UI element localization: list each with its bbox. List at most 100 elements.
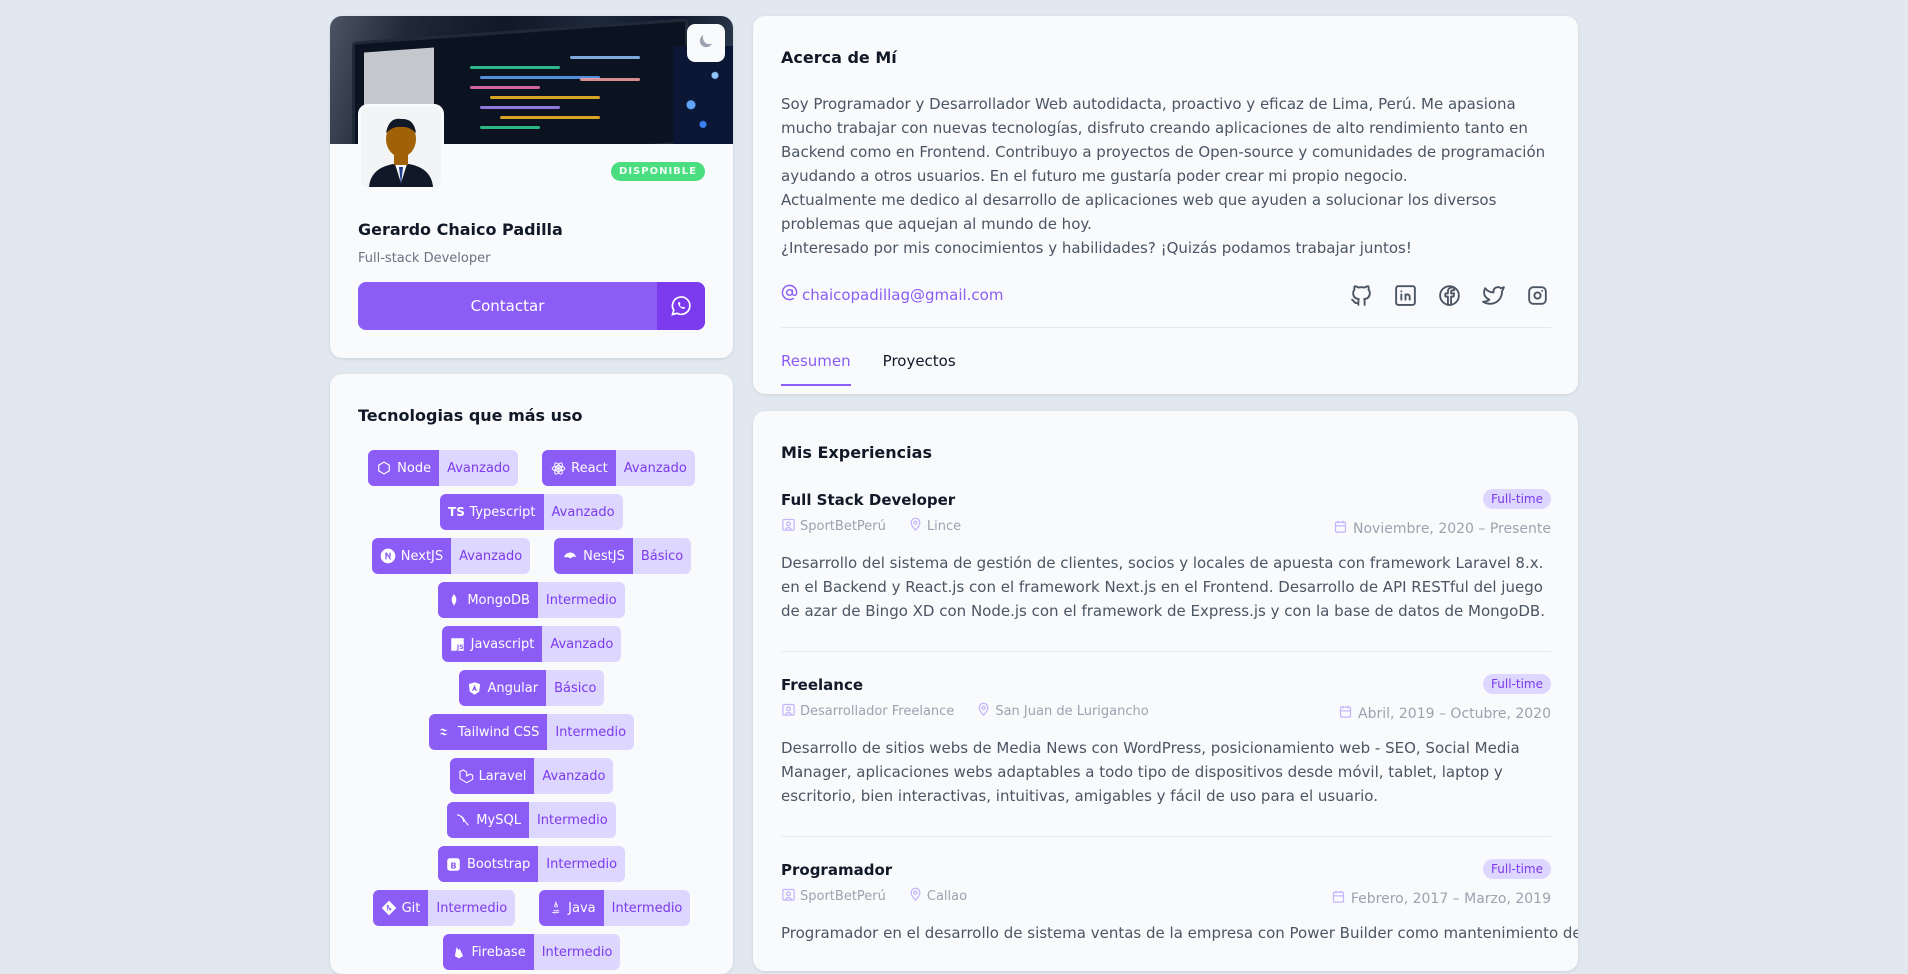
job-type-badge: Full-time <box>1483 674 1551 694</box>
company-icon <box>781 517 796 536</box>
tech-name: Tailwind CSS <box>457 724 540 740</box>
tech-chip-javascript[interactable]: JS Javascript Avanzado <box>441 626 622 662</box>
page: DISPONIBLE Gerardo Chaico Padilla Full-s… <box>0 0 1908 974</box>
experience-item: Full Stack Developer Full-time SportBetP… <box>781 489 1551 661</box>
company-name: SportBetPerú <box>800 889 886 904</box>
job-description: Desarrollo del sistema de gestión de cli… <box>781 554 1545 620</box>
job-dates: Febrero, 2017 – Marzo, 2019 <box>1350 890 1551 907</box>
tech-name: Typescript <box>469 504 536 520</box>
tech-name: Firebase <box>471 944 526 960</box>
tech-chip-java[interactable]: Java Intermedio <box>539 890 691 926</box>
technologies-card: Tecnologias que más uso Node Avanzado Reac… <box>330 374 733 974</box>
tab-proyectos[interactable]: Proyectos <box>883 352 956 386</box>
tech-chip-react[interactable]: React Avanzado <box>542 450 695 486</box>
email-link[interactable]: chaicopadillag@gmail.com <box>781 284 1003 305</box>
about-paragraph: ¿Interesado por mis conocimientos y habi… <box>781 239 1412 257</box>
experience-title: Mis Experiencias <box>781 443 932 462</box>
profile-name: Gerardo Chaico Padilla <box>358 220 563 239</box>
tech-name: React <box>571 460 608 476</box>
tech-chip-firebase[interactable]: Firebase Intermedio <box>442 934 621 970</box>
tech-chip-angular[interactable]: Angular Básico <box>458 670 605 706</box>
nestjs-icon <box>562 548 578 564</box>
job-type-badge: Full-time <box>1483 859 1551 879</box>
firebase-icon <box>451 944 467 960</box>
company-name: Desarrollador Freelance <box>800 704 955 719</box>
twitter-icon[interactable] <box>1481 283 1506 308</box>
tailwind-icon <box>437 724 453 740</box>
tech-level: Avanzado <box>451 538 531 574</box>
about-title: Acerca de Mí <box>781 48 897 67</box>
calendar-icon <box>1331 889 1346 908</box>
email-text: chaicopadillag@gmail.com <box>802 285 1004 304</box>
java-icon <box>547 900 563 916</box>
github-icon[interactable] <box>1349 283 1374 308</box>
tech-level: Avanzado <box>439 450 519 486</box>
tech-level: Básico <box>632 538 692 574</box>
tech-chip-laravel[interactable]: Laravel Avanzado <box>449 758 614 794</box>
theme-toggle-button[interactable] <box>687 24 725 62</box>
experience-item: Freelance Full-time Desarrollador Freela… <box>781 674 1551 846</box>
tech-chip-nestjs[interactable]: NestJS Básico <box>554 538 692 574</box>
tech-level: Avanzado <box>543 494 623 530</box>
location-name: San Juan de Lurigancho <box>995 704 1149 719</box>
job-type-badge: Full-time <box>1483 489 1551 509</box>
about-paragraph: Actualmente me dedico al desarrollo de a… <box>781 191 1497 233</box>
instagram-icon[interactable] <box>1525 283 1550 308</box>
tab-bar: Resumen Proyectos <box>781 352 956 386</box>
tab-resumen[interactable]: Resumen <box>781 352 851 386</box>
tech-name: Bootstrap <box>466 856 531 872</box>
job-dates: Noviembre, 2020 – Presente <box>1353 520 1551 537</box>
about-paragraph: Soy Programador y Desarrollador Web auto… <box>781 95 1546 185</box>
location-icon <box>976 702 991 721</box>
mongodb-icon <box>446 592 462 608</box>
tech-name: Java <box>568 900 596 916</box>
tech-name: Git <box>401 900 421 916</box>
tech-name: Angular <box>487 680 539 696</box>
avatar <box>358 104 444 190</box>
tech-level: Avanzado <box>542 626 622 662</box>
tech-name: MySQL <box>476 812 521 828</box>
facebook-icon[interactable] <box>1437 283 1462 308</box>
tech-chip-mysql[interactable]: MySQL Intermedio <box>447 802 616 838</box>
tech-name: Node <box>397 460 432 476</box>
tech-level: Intermedio <box>533 934 621 970</box>
tech-level: Avanzado <box>615 450 695 486</box>
social-links <box>1349 283 1550 308</box>
tech-level: Intermedio <box>537 582 625 618</box>
tech-level: Intermedio <box>603 890 691 926</box>
whatsapp-icon[interactable] <box>657 282 705 330</box>
tech-chip-bootstrap[interactable]: B Bootstrap Intermedio <box>437 846 626 882</box>
job-description: Desarrollo de sitios webs de Media News … <box>781 739 1520 805</box>
company-name: SportBetPerú <box>800 519 886 534</box>
linkedin-icon[interactable] <box>1393 283 1418 308</box>
tech-name: MongoDB <box>467 592 530 608</box>
calendar-icon <box>1333 519 1348 538</box>
git-icon <box>381 900 397 916</box>
tech-name: Laravel <box>478 768 527 784</box>
profile-card: DISPONIBLE Gerardo Chaico Padilla Full-s… <box>330 16 733 358</box>
technology-list: Node Avanzado React Avanzado TS Typescript Ava… <box>358 450 705 974</box>
company-icon <box>781 702 796 721</box>
experience-item: Programador Full-time SportBetPerú Calla… <box>781 859 1578 971</box>
tech-chip-git[interactable]: Git Intermedio <box>372 890 516 926</box>
javascript-icon: JS <box>450 636 466 652</box>
about-card: Acerca de Mí Soy Programador y Desarroll… <box>753 16 1578 394</box>
contact-button[interactable]: Contactar <box>358 282 705 330</box>
nextjs-icon <box>380 548 396 564</box>
divider <box>781 836 1551 837</box>
laravel-icon <box>458 768 474 784</box>
tech-chip-tailwind-css[interactable]: Tailwind CSS Intermedio <box>428 714 635 750</box>
tech-chip-typescript[interactable]: TS Typescript Avanzado <box>440 494 623 530</box>
tech-chip-mongodb[interactable]: MongoDB Intermedio <box>438 582 625 618</box>
job-title: Programador <box>781 861 893 879</box>
tech-chip-nextjs[interactable]: NextJS Avanzado <box>371 538 531 574</box>
typescript-icon: TS <box>448 505 465 519</box>
about-text: Soy Programador y Desarrollador Web auto… <box>781 92 1551 260</box>
tech-level: Intermedio <box>547 714 635 750</box>
job-dates: Abril, 2019 – Octubre, 2020 <box>1358 705 1551 722</box>
tech-chip-node[interactable]: Node Avanzado <box>368 450 519 486</box>
company-icon <box>781 887 796 906</box>
bootstrap-icon: B <box>446 856 462 872</box>
mysql-icon <box>455 812 471 828</box>
job-description: Programador en el desarrollo de sistema … <box>781 924 1578 942</box>
